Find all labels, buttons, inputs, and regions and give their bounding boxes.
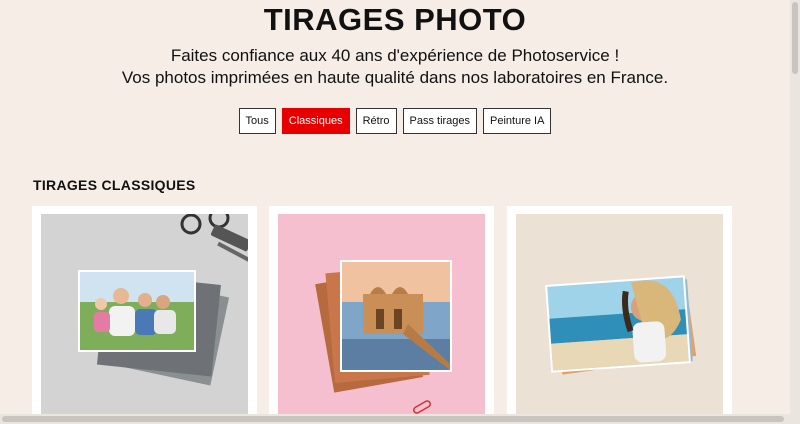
filter-classiques-button[interactable]: Classiques	[281, 108, 350, 134]
product-card-beach[interactable]	[507, 206, 732, 414]
palace-photo-prints-image[interactable]	[278, 214, 485, 414]
filter-retro-button[interactable]: Rétro	[355, 108, 397, 134]
filter-peinture-ia-button[interactable]: Peinture IA	[483, 108, 552, 134]
vertical-scrollbar-thumb[interactable]	[792, 2, 798, 74]
horizontal-scrollbar[interactable]	[0, 414, 800, 424]
product-card-palace[interactable]	[269, 206, 494, 414]
filter-pass-tirages-button[interactable]: Pass tirages	[402, 108, 478, 134]
subtitle-line-1: Faites confiance aux 40 ans d'expérience…	[170, 46, 620, 65]
filter-bar: Tous Classiques Rétro Pass tirages Peint…	[0, 108, 790, 134]
beach-woman-photo-prints-image[interactable]	[516, 214, 723, 414]
page-title: TIRAGES PHOTO	[263, 2, 527, 37]
vertical-scrollbar[interactable]	[790, 0, 800, 414]
page: TIRAGES PHOTO Faites confiance aux 40 an…	[0, 0, 790, 414]
family-photo-prints-image[interactable]	[41, 214, 248, 414]
subtitle-line-2: Vos photos imprimées en haute qualité da…	[121, 68, 669, 87]
page-subtitle: Faites confiance aux 40 ans d'expérience…	[0, 45, 790, 89]
product-card-family[interactable]	[32, 206, 257, 414]
filter-tous-button[interactable]: Tous	[238, 108, 276, 134]
horizontal-scrollbar-thumb[interactable]	[2, 416, 784, 422]
section-title: TIRAGES CLASSIQUES	[33, 177, 196, 193]
